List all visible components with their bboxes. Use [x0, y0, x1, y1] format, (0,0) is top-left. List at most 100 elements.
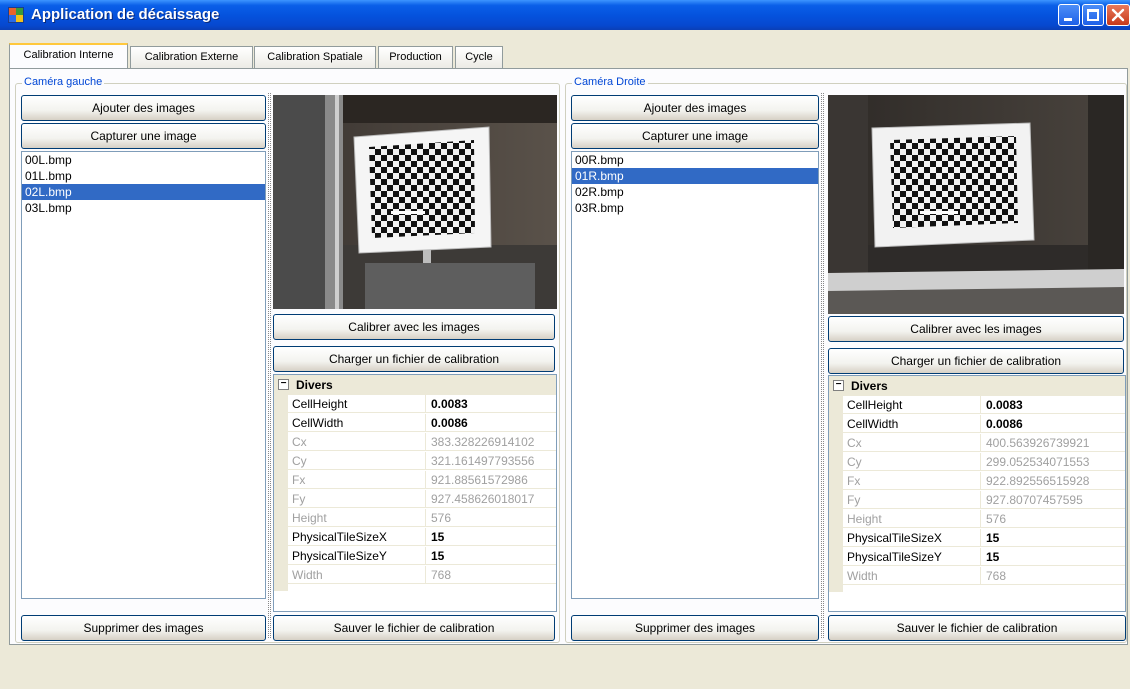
property-row[interactable]: CellWidth 0.0086	[288, 414, 556, 433]
property-row[interactable]: Cx 400.563926739921	[843, 434, 1125, 453]
list-item-selected[interactable]: 02L.bmp	[22, 184, 265, 200]
property-name: PhysicalTileSizeX	[288, 528, 426, 546]
collapse-icon[interactable]: −	[278, 379, 289, 390]
property-row[interactable]: Cy 321.161497793556	[288, 452, 556, 471]
property-row[interactable]: Width 768	[288, 566, 556, 585]
right-save-calibration-button[interactable]: Sauver le fichier de calibration	[828, 615, 1126, 641]
property-row[interactable]: Width 768	[843, 567, 1125, 586]
left-save-calibration-button[interactable]: Sauver le fichier de calibration	[273, 615, 555, 641]
right-image-list[interactable]: 00R.bmp 01R.bmp 02R.bmp 03R.bmp	[571, 151, 819, 599]
property-value[interactable]: 0.0083	[426, 395, 556, 413]
property-name: Cx	[288, 433, 426, 451]
property-value: 927.80707457595	[981, 491, 1125, 509]
property-row[interactable]: CellHeight 0.0083	[843, 396, 1125, 415]
property-row[interactable]: Fy 927.458626018017	[288, 490, 556, 509]
maximize-icon[interactable]	[1082, 4, 1104, 26]
property-value: 400.563926739921	[981, 434, 1125, 452]
property-row[interactable]: Fx 921.88561572986	[288, 471, 556, 490]
tab-calibration-interne[interactable]: Calibration Interne	[9, 43, 128, 68]
right-property-grid[interactable]: − Divers CellHeight 0.0083 CellWidth 0.0086…	[828, 375, 1126, 612]
right-load-calibration-button[interactable]: Charger un fichier de calibration	[828, 348, 1124, 374]
property-value[interactable]: 0.0086	[426, 414, 556, 432]
property-row[interactable]: Fx 922.892556515928	[843, 472, 1125, 491]
close-icon[interactable]	[1106, 4, 1130, 26]
property-name: Fy	[288, 490, 426, 508]
right-capture-image-button[interactable]: Capturer une image	[571, 123, 819, 149]
property-name: Width	[288, 566, 426, 584]
list-item-selected[interactable]: 01R.bmp	[572, 168, 818, 184]
property-row[interactable]: PhysicalTileSizeY 15	[288, 547, 556, 566]
title-bar: Application de décaissage	[0, 0, 1130, 30]
left-splitter[interactable]	[268, 93, 271, 638]
left-camera-group-title: Caméra gauche	[22, 76, 105, 88]
tab-calibration-externe[interactable]: Calibration Externe	[130, 46, 253, 68]
property-value: 576	[426, 509, 556, 527]
property-value: 922.892556515928	[981, 472, 1125, 490]
left-calibrate-button[interactable]: Calibrer avec les images	[273, 314, 555, 340]
list-item[interactable]: 00L.bmp	[22, 152, 265, 168]
property-row[interactable]: CellHeight 0.0083	[288, 395, 556, 414]
left-load-calibration-button[interactable]: Charger un fichier de calibration	[273, 346, 555, 372]
property-value: 576	[981, 510, 1125, 528]
left-camera-image	[273, 95, 557, 309]
tab-cycle[interactable]: Cycle	[455, 46, 503, 68]
property-category[interactable]: − Divers	[274, 375, 556, 395]
right-delete-images-button[interactable]: Supprimer des images	[571, 615, 819, 641]
list-item[interactable]: 03L.bmp	[22, 200, 265, 216]
left-add-images-button[interactable]: Ajouter des images	[21, 95, 266, 121]
property-row[interactable]: PhysicalTileSizeX 15	[288, 528, 556, 547]
tab-calibration-spatiale[interactable]: Calibration Spatiale	[254, 46, 376, 68]
property-name: Height	[288, 509, 426, 527]
property-row[interactable]: PhysicalTileSizeY 15	[843, 548, 1125, 567]
property-value[interactable]: 15	[981, 529, 1125, 547]
property-value[interactable]: 15	[426, 528, 556, 546]
property-name: Cx	[843, 434, 981, 452]
property-row[interactable]: Cy 299.052534071553	[843, 453, 1125, 472]
minimize-icon[interactable]	[1058, 4, 1080, 26]
property-value: 383.328226914102	[426, 433, 556, 451]
list-item[interactable]: 03R.bmp	[572, 200, 818, 216]
property-row[interactable]: Height 576	[843, 510, 1125, 529]
list-item[interactable]: 00R.bmp	[572, 152, 818, 168]
left-capture-image-button[interactable]: Capturer une image	[21, 123, 266, 149]
property-name: CellWidth	[843, 415, 981, 433]
property-name: CellHeight	[288, 395, 426, 413]
app-window-icon[interactable]	[8, 7, 24, 23]
property-row[interactable]: Fy 927.80707457595	[843, 491, 1125, 510]
left-delete-images-button[interactable]: Supprimer des images	[21, 615, 266, 641]
right-camera-image	[828, 95, 1124, 314]
property-value[interactable]: 15	[426, 547, 556, 565]
property-value: 321.161497793556	[426, 452, 556, 470]
property-name: PhysicalTileSizeY	[288, 547, 426, 565]
right-splitter[interactable]	[821, 93, 824, 638]
right-add-images-button[interactable]: Ajouter des images	[571, 95, 819, 121]
property-value[interactable]: 0.0086	[981, 415, 1125, 433]
property-row[interactable]: Cx 383.328226914102	[288, 433, 556, 452]
tab-production[interactable]: Production	[378, 46, 453, 68]
collapse-icon[interactable]: −	[833, 380, 844, 391]
property-name: PhysicalTileSizeX	[843, 529, 981, 547]
property-name: Cy	[843, 453, 981, 471]
property-name: Fy	[843, 491, 981, 509]
list-item[interactable]: 02R.bmp	[572, 184, 818, 200]
property-category-label: Divers	[851, 379, 888, 393]
property-name: CellHeight	[843, 396, 981, 414]
list-item[interactable]: 01L.bmp	[22, 168, 265, 184]
property-value[interactable]: 15	[981, 548, 1125, 566]
property-value: 927.458626018017	[426, 490, 556, 508]
property-row[interactable]: PhysicalTileSizeX 15	[843, 529, 1125, 548]
property-category[interactable]: − Divers	[829, 376, 1125, 396]
property-name: Width	[843, 567, 981, 585]
property-name: PhysicalTileSizeY	[843, 548, 981, 566]
property-value[interactable]: 0.0083	[981, 396, 1125, 414]
left-property-grid[interactable]: − Divers CellHeight 0.0083 CellWidth 0.0086…	[273, 374, 557, 612]
property-value: 299.052534071553	[981, 453, 1125, 471]
property-name: Height	[843, 510, 981, 528]
right-calibrate-button[interactable]: Calibrer avec les images	[828, 316, 1124, 342]
property-value: 921.88561572986	[426, 471, 556, 489]
property-name: CellWidth	[288, 414, 426, 432]
left-image-list[interactable]: 00L.bmp 01L.bmp 02L.bmp 03L.bmp	[21, 151, 266, 599]
property-value: 768	[981, 567, 1125, 585]
property-row[interactable]: Height 576	[288, 509, 556, 528]
property-row[interactable]: CellWidth 0.0086	[843, 415, 1125, 434]
